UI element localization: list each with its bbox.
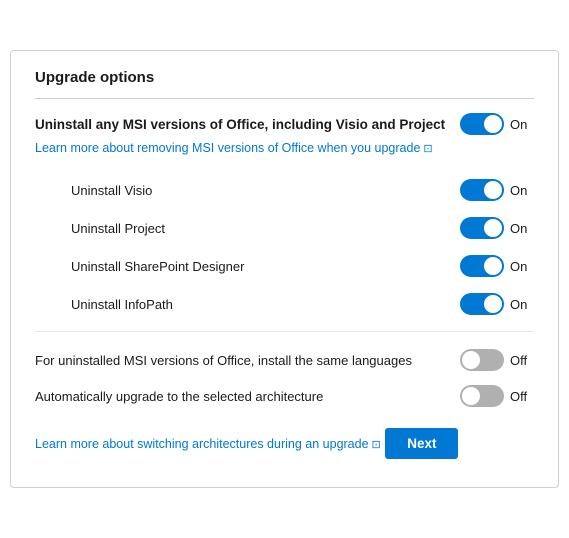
project-toggle-knob [484,219,502,237]
project-toggle[interactable] [460,217,504,239]
languages-toggle-group: Off [460,349,534,371]
infopath-toggle[interactable] [460,293,504,315]
main-toggle-row: Uninstall any MSI versions of Office, in… [35,113,534,135]
infopath-label: Uninstall InfoPath [71,297,173,312]
external-link-icon: ⊡ [423,142,432,155]
main-toggle-group: On [460,113,534,135]
sharepoint-toggle-group: On [460,255,534,277]
languages-toggle[interactable] [460,349,504,371]
architecture-row: Automatically upgrade to the selected ar… [35,378,534,414]
upgrade-options-card: Upgrade options Uninstall any MSI versio… [10,50,559,488]
languages-toggle-knob [462,351,480,369]
divider-1 [35,331,534,332]
sub-row-visio: Uninstall Visio On [71,171,534,209]
visio-toggle-knob [484,181,502,199]
sub-row-infopath: Uninstall InfoPath On [71,285,534,323]
project-toggle-group: On [460,217,534,239]
sharepoint-toggle[interactable] [460,255,504,277]
sub-row-project: Uninstall Project On [71,209,534,247]
languages-row: For uninstalled MSI versions of Office, … [35,342,534,378]
project-label: Uninstall Project [71,221,165,236]
sub-row-sharepoint: Uninstall SharePoint Designer On [71,247,534,285]
learn-more-arch-link[interactable]: Learn more about switching architectures… [35,437,381,451]
sub-options-group: Uninstall Visio On Uninstall Project On … [71,171,534,323]
main-toggle-label: Uninstall any MSI versions of Office, in… [35,117,460,132]
architecture-toggle-group: Off [460,385,534,407]
main-toggle[interactable] [460,113,504,135]
learn-more-msi-text: Learn more about removing MSI versions o… [35,141,420,155]
project-toggle-state: On [510,221,534,236]
sharepoint-label: Uninstall SharePoint Designer [71,259,244,274]
sharepoint-toggle-state: On [510,259,534,274]
main-toggle-knob [484,115,502,133]
visio-toggle-state: On [510,183,534,198]
languages-toggle-state: Off [510,353,534,368]
architecture-toggle-state: Off [510,389,534,404]
infopath-toggle-group: On [460,293,534,315]
infopath-toggle-knob [484,295,502,313]
visio-toggle-group: On [460,179,534,201]
languages-label: For uninstalled MSI versions of Office, … [35,353,460,368]
card-title: Upgrade options [35,69,534,99]
architecture-toggle-knob [462,387,480,405]
architecture-toggle[interactable] [460,385,504,407]
sharepoint-toggle-knob [484,257,502,275]
learn-more-msi-link[interactable]: Learn more about removing MSI versions o… [35,141,433,155]
external-link-arch-icon: ⊡ [372,438,381,451]
visio-label: Uninstall Visio [71,183,152,198]
visio-toggle[interactable] [460,179,504,201]
learn-more-arch-text: Learn more about switching architectures… [35,437,369,451]
next-button[interactable]: Next [385,428,458,459]
main-toggle-state: On [510,117,534,132]
infopath-toggle-state: On [510,297,534,312]
architecture-label: Automatically upgrade to the selected ar… [35,389,460,404]
